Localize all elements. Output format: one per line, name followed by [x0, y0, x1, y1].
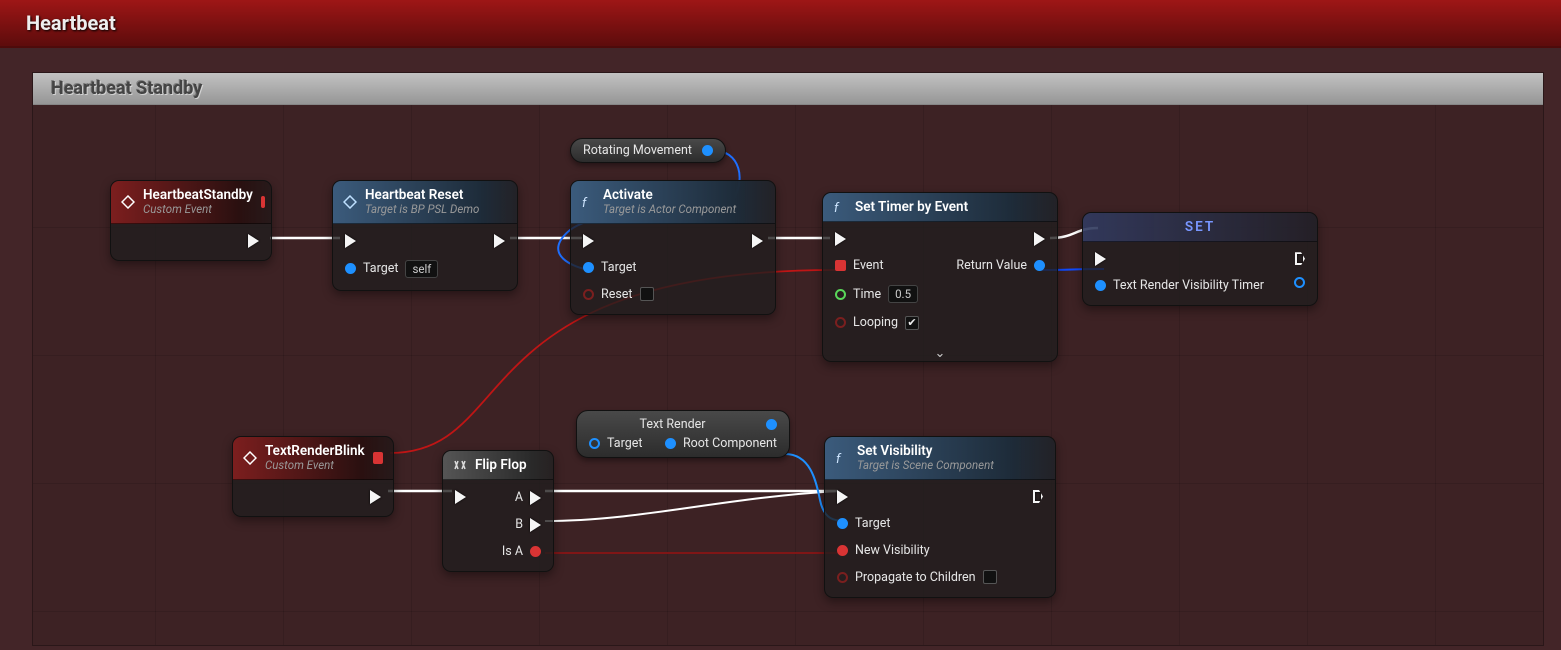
pin-output-object[interactable] [766, 419, 777, 430]
pin-time[interactable]: Time 0.5 [835, 285, 918, 303]
node-activate[interactable]: f Activate Target is Actor Component Tar… [570, 180, 776, 315]
pin-return-value[interactable]: Return Value [956, 258, 1045, 273]
pin-target[interactable]: Target [589, 436, 642, 451]
function-icon: f [833, 200, 847, 214]
node-heartbeat-reset[interactable]: Heartbeat Reset Target is BP PSL Demo Ta… [332, 180, 518, 291]
node-set[interactable]: SET Text Render Visibility Timer [1082, 212, 1318, 306]
node-title: TextRenderBlink [265, 443, 365, 459]
node-title: Set Visibility [857, 443, 994, 459]
input-time[interactable]: 0.5 [888, 285, 918, 303]
var-label: Rotating Movement [583, 143, 692, 158]
pin-var-out[interactable] [1294, 277, 1305, 288]
pin-target[interactable]: Target self [345, 260, 438, 278]
node-title: HeartbeatStandby [143, 187, 253, 203]
node-heartbeat-standby[interactable]: HeartbeatStandby Custom Event [110, 180, 272, 261]
event-icon [243, 451, 257, 465]
node-title: Set Timer by Event [855, 199, 968, 215]
pin-delegate[interactable] [373, 452, 383, 464]
node-title: Heartbeat Reset [365, 187, 479, 203]
var-text-render[interactable]: Text Render Target Root Component [576, 410, 790, 458]
pin-exec-in[interactable] [583, 234, 594, 248]
function-icon: f [581, 195, 595, 209]
node-subtitle: Custom Event [265, 459, 365, 473]
pin-exec-in[interactable] [1095, 252, 1106, 266]
node-header[interactable]: TextRenderBlink Custom Event [233, 437, 393, 480]
pin-exec-in[interactable] [837, 490, 848, 504]
function-icon: f [835, 451, 849, 465]
node-subtitle: Custom Event [143, 203, 253, 217]
event-icon [121, 195, 135, 209]
node-set-timer[interactable]: f Set Timer by Event Event Time 0.5 [822, 192, 1058, 362]
macro-icon [453, 458, 467, 472]
pin-exec-in[interactable] [345, 234, 356, 248]
pin-exec-out[interactable] [248, 234, 259, 248]
pin-exec-out[interactable] [370, 490, 381, 504]
pin-exec-a[interactable]: A [515, 490, 541, 505]
pin-exec-out[interactable] [1033, 490, 1043, 503]
pin-exec-in[interactable] [835, 232, 846, 246]
pin-event[interactable]: Event [835, 258, 884, 273]
var-label: Text Render [589, 417, 756, 432]
checkbox-propagate[interactable] [983, 570, 997, 584]
node-text-render-blink[interactable]: TextRenderBlink Custom Event [232, 436, 394, 517]
node-set-visibility[interactable]: f Set Visibility Target is Scene Compone… [824, 436, 1056, 598]
node-title: SET [1185, 219, 1215, 235]
node-header[interactable]: SET [1083, 213, 1317, 242]
node-title: Activate [603, 187, 736, 203]
pin-exec-in[interactable] [455, 490, 466, 504]
pin-exec-out[interactable] [1295, 252, 1305, 265]
pin-reset[interactable]: Reset [583, 287, 654, 302]
svg-text:f: f [836, 452, 842, 465]
pin-exec-out[interactable] [494, 234, 505, 248]
input-target-self[interactable]: self [405, 260, 438, 278]
function-icon [343, 195, 357, 209]
node-header[interactable]: Heartbeat Reset Target is BP PSL Demo [333, 181, 517, 224]
node-subtitle: Target is Scene Component [857, 459, 994, 473]
pin-var-in[interactable]: Text Render Visibility Timer [1095, 278, 1264, 293]
node-header[interactable]: f Set Timer by Event [823, 193, 1057, 222]
pin-target[interactable]: Target [837, 516, 890, 531]
node-header[interactable]: f Set Visibility Target is Scene Compone… [825, 437, 1055, 480]
pin-root-component[interactable]: Root Component [665, 436, 777, 451]
pin-exec-b[interactable]: B [515, 517, 541, 532]
wires-layer [0, 0, 1561, 650]
node-header[interactable]: Flip Flop [443, 451, 553, 480]
svg-text:f: f [834, 201, 840, 214]
pin-output-object[interactable] [702, 145, 713, 156]
pin-looping[interactable]: Looping [835, 315, 919, 330]
pin-exec-out[interactable] [1034, 232, 1045, 246]
var-rotating-movement[interactable]: Rotating Movement [570, 138, 726, 163]
node-flip-flop[interactable]: Flip Flop A B Is A [442, 450, 554, 572]
pin-is-a[interactable]: Is A [502, 544, 541, 559]
pin-propagate[interactable]: Propagate to Children [837, 570, 997, 585]
checkbox-reset[interactable] [640, 287, 654, 301]
node-header[interactable]: f Activate Target is Actor Component [571, 181, 775, 224]
pin-exec-out[interactable] [752, 234, 763, 248]
node-title: Flip Flop [475, 457, 527, 473]
node-subtitle: Target is BP PSL Demo [365, 203, 479, 217]
node-header[interactable]: HeartbeatStandby Custom Event [111, 181, 271, 224]
expand-chevron-icon[interactable]: ⌄ [823, 342, 1057, 361]
graph-canvas[interactable]: Rotating Movement HeartbeatStandby Custo… [0, 0, 1561, 650]
svg-text:f: f [582, 196, 588, 209]
pin-new-visibility[interactable]: New Visibility [837, 543, 930, 558]
pin-delegate[interactable] [261, 196, 265, 208]
node-subtitle: Target is Actor Component [603, 203, 736, 217]
checkbox-looping[interactable] [905, 316, 919, 330]
pin-target[interactable]: Target [583, 260, 636, 275]
